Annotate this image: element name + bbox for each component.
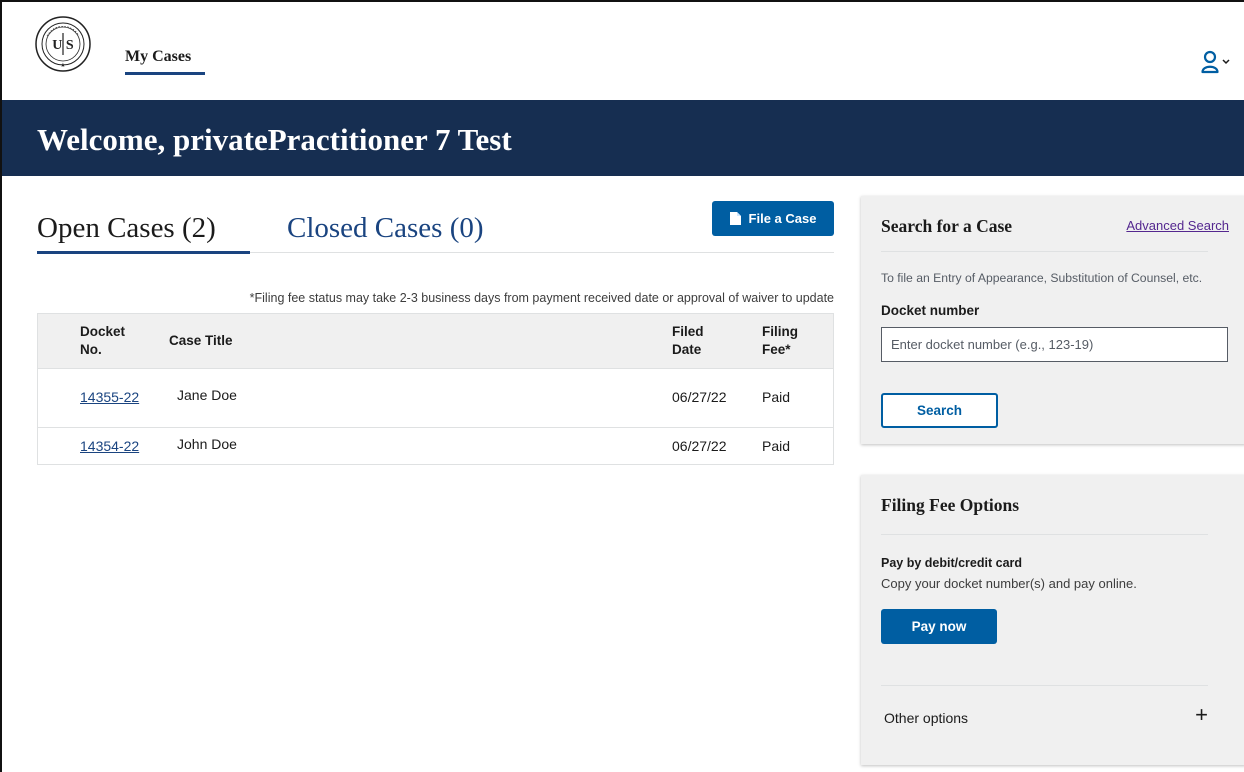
pay-by-card-description: Copy your docket number(s) and pay onlin…: [881, 576, 1137, 591]
file-icon: [729, 212, 741, 225]
divider: [881, 685, 1208, 686]
table-row: 14355-22 Jane Doe 06/27/22 Paid: [38, 368, 833, 427]
plus-icon: +: [1195, 702, 1208, 727]
nav-my-cases[interactable]: My Cases: [125, 48, 191, 66]
filed-date: 06/27/22: [672, 438, 727, 454]
file-a-case-label: File a Case: [748, 211, 817, 226]
tab-closed-cases[interactable]: Closed Cases (0): [287, 212, 484, 245]
advanced-search-link[interactable]: Advanced Search: [1126, 218, 1229, 233]
svg-text:★: ★: [60, 62, 65, 69]
cases-table: Docket No. Case Title Filed Date Filing Fee…: [37, 313, 834, 465]
table-header: Docket No. Case Title Filed Date Filing Fee…: [38, 314, 833, 368]
search-case-panel: Search for a Case Advanced Search To fil…: [861, 196, 1244, 444]
pay-by-card-heading: Pay by debit/credit card: [881, 556, 1023, 570]
chevron-down-icon: [1222, 59, 1230, 65]
docket-number-link[interactable]: 14354-22: [80, 438, 139, 454]
search-hint-text: To file an Entry of Appearance, Substitu…: [881, 271, 1203, 285]
filing-fee-note: *Filing fee status may take 2-3 business…: [249, 291, 834, 305]
fee-panel-title: Filing Fee Options: [881, 495, 1020, 515]
other-options-label: Other options: [884, 710, 969, 726]
us-tax-court-seal-icon[interactable]: U S ★: [35, 16, 91, 72]
other-options-accordion[interactable]: Other options +: [881, 685, 1208, 755]
user-account-icon: [1201, 50, 1230, 74]
tab-open-cases[interactable]: Open Cases (2): [37, 212, 216, 245]
search-button[interactable]: Search: [881, 393, 998, 428]
case-title: Jane Doe: [177, 387, 237, 403]
column-header-docket: Docket No.: [80, 324, 126, 357]
filing-fee-status: Paid: [762, 389, 791, 405]
pay-now-button[interactable]: Pay now: [881, 609, 997, 644]
filing-fee-options-panel: Filing Fee Options Pay by debit/credit c…: [861, 475, 1244, 765]
divider: [881, 534, 1208, 535]
docket-number-link[interactable]: 14355-22: [80, 389, 139, 405]
docket-number-label: Docket number: [881, 303, 980, 318]
nav-active-indicator: [125, 72, 205, 75]
file-a-case-button[interactable]: File a Case: [712, 201, 834, 236]
column-header-case-title: Case Title: [169, 333, 233, 348]
welcome-banner: Welcome, privatePractitioner 7 Test: [2, 100, 1244, 176]
column-header-filed-date: Filed Date: [672, 324, 704, 357]
account-menu-button[interactable]: [1201, 50, 1235, 74]
tab-active-indicator: [37, 251, 250, 254]
site-header: U S ★ My Cases: [2, 2, 1244, 100]
column-header-filing-fee: Filing Fee*: [762, 324, 798, 357]
app-frame: U S ★ My Cases Welcome, privatePractitio…: [0, 0, 1244, 772]
filing-fee-status: Paid: [762, 438, 791, 454]
welcome-heading: Welcome, privatePractitioner 7 Test: [37, 122, 512, 157]
docket-number-input[interactable]: [881, 327, 1228, 362]
search-panel-title: Search for a Case: [881, 216, 1013, 236]
divider: [881, 251, 1208, 252]
table-row: 14354-22 John Doe 06/27/22 Paid: [38, 427, 833, 464]
filed-date: 06/27/22: [672, 389, 727, 405]
case-title: John Doe: [177, 436, 237, 452]
